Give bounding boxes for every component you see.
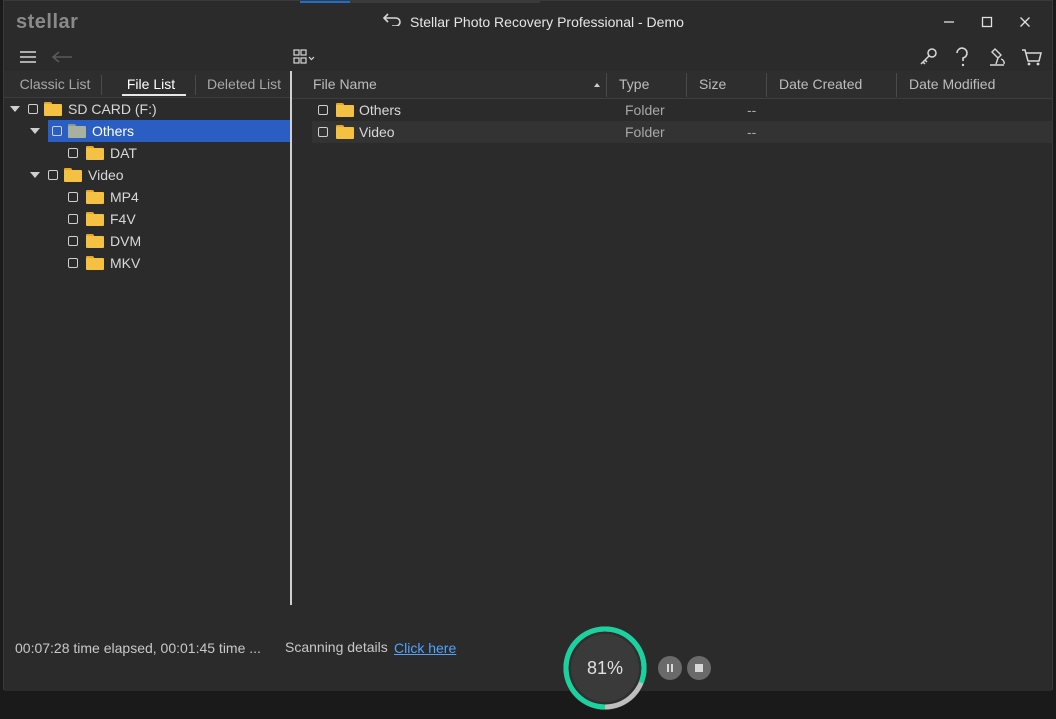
file-size-cell: -- xyxy=(747,102,757,118)
tree-item-label: MP4 xyxy=(110,189,139,205)
folder-icon xyxy=(86,234,104,248)
checkbox[interactable] xyxy=(68,192,78,202)
cart-icon[interactable] xyxy=(1020,46,1044,68)
tree-item-label: DVM xyxy=(110,233,142,249)
tree-item-dvm[interactable]: DVM xyxy=(68,230,268,252)
scan-icon[interactable] xyxy=(986,46,1010,68)
checkbox[interactable] xyxy=(318,105,328,115)
scan-progress-ring: 81% xyxy=(559,622,651,714)
title-group: Stellar Photo Recovery Professional - De… xyxy=(382,12,684,31)
column-header: File Name Type Size Date Created Date Mo… xyxy=(292,71,1052,99)
folder-icon xyxy=(86,190,104,204)
click-here-link[interactable]: Click here xyxy=(394,640,456,656)
grid-view-icon[interactable] xyxy=(292,46,320,68)
checkbox[interactable] xyxy=(68,236,78,246)
tab-file-list[interactable]: File List xyxy=(108,71,194,97)
checkbox[interactable] xyxy=(68,258,78,268)
folder-icon xyxy=(86,256,104,270)
close-icon[interactable] xyxy=(1006,9,1044,35)
column-divider[interactable] xyxy=(606,73,607,97)
app-logo: stellar xyxy=(16,11,79,33)
table-row[interactable]: Video Folder -- xyxy=(312,121,1052,143)
checkbox[interactable] xyxy=(48,170,58,180)
tree-panel: Classic List File List Deleted List SD C… xyxy=(4,71,290,605)
file-type-cell: Folder xyxy=(625,124,665,140)
minimize-icon[interactable] xyxy=(930,9,968,35)
expand-caret-icon[interactable] xyxy=(30,172,40,178)
scanning-details-label: Scanning details xyxy=(285,639,388,655)
file-type-cell: Folder xyxy=(625,102,665,118)
folder-icon xyxy=(336,103,354,117)
checkbox[interactable] xyxy=(318,127,328,137)
expand-caret-icon[interactable] xyxy=(10,106,20,112)
column-divider[interactable] xyxy=(766,73,767,97)
progress-percent: 81% xyxy=(586,658,624,678)
tree-item-video[interactable]: Video xyxy=(30,164,270,186)
expand-caret-icon[interactable] xyxy=(30,128,40,134)
folder-icon xyxy=(68,124,86,138)
tree-item-sd-card[interactable]: SD CARD (F:) xyxy=(10,98,290,120)
app-window: stellar Stellar Photo Recovery Professio… xyxy=(3,0,1053,691)
tree-item-label: DAT xyxy=(110,145,137,161)
column-size[interactable]: Size xyxy=(699,71,726,98)
checkbox[interactable] xyxy=(68,148,78,158)
back-arrow-icon[interactable] xyxy=(50,46,74,68)
column-divider[interactable] xyxy=(686,73,687,97)
view-tabs: Classic List File List Deleted List xyxy=(4,71,290,98)
file-name-cell: Others xyxy=(359,102,402,118)
window-controls xyxy=(930,9,1044,35)
help-icon[interactable] xyxy=(950,46,974,68)
sort-ascending-icon xyxy=(594,83,600,87)
tree-item-label: F4V xyxy=(110,211,136,227)
key-icon[interactable] xyxy=(916,46,940,68)
file-list-panel: File Name Type Size Date Created Date Mo… xyxy=(292,71,1052,605)
file-name-cell: Video xyxy=(359,124,395,140)
status-bar: 00:07:28 time elapsed, 00:01:45 time ...… xyxy=(4,605,1052,691)
table-row[interactable]: Others Folder -- xyxy=(312,99,1052,121)
tree-item-mkv[interactable]: MKV xyxy=(68,252,268,274)
window-title: Stellar Photo Recovery Professional - De… xyxy=(410,13,684,30)
tree-item-f4v[interactable]: F4V xyxy=(68,208,268,230)
tab-divider xyxy=(101,75,102,95)
stop-icon[interactable] xyxy=(687,656,711,680)
column-file-name[interactable]: File Name xyxy=(313,71,377,98)
tab-deleted-list[interactable]: Deleted List xyxy=(200,71,288,97)
tree-item-label: SD CARD (F:) xyxy=(68,101,157,117)
column-date-modified[interactable]: Date Modified xyxy=(909,71,995,98)
maximize-icon[interactable] xyxy=(968,9,1006,35)
checkbox[interactable] xyxy=(68,214,78,224)
folder-icon xyxy=(86,146,104,160)
tree-item-label: MKV xyxy=(110,255,141,271)
menu-icon[interactable] xyxy=(16,46,40,68)
tree-item-mp4[interactable]: MP4 xyxy=(68,186,268,208)
column-divider[interactable] xyxy=(896,73,897,97)
title-accent xyxy=(300,1,350,3)
time-status: 00:07:28 time elapsed, 00:01:45 time ... xyxy=(15,640,261,656)
column-date-created[interactable]: Date Created xyxy=(779,71,862,98)
pause-icon[interactable] xyxy=(658,656,682,680)
tree-item-dat[interactable]: DAT xyxy=(68,142,268,164)
toolbar xyxy=(4,43,1052,71)
tree-item-label: Video xyxy=(88,167,124,183)
checkbox[interactable] xyxy=(52,126,62,136)
tree-item-others[interactable]: Others xyxy=(30,120,290,142)
title-bar: stellar Stellar Photo Recovery Professio… xyxy=(4,1,1052,43)
tab-divider xyxy=(195,75,196,95)
undo-icon[interactable] xyxy=(382,12,402,31)
tab-classic-list[interactable]: Classic List xyxy=(10,71,100,97)
folder-icon xyxy=(64,168,82,182)
folder-icon xyxy=(86,212,104,226)
checkbox[interactable] xyxy=(28,104,38,114)
column-type[interactable]: Type xyxy=(619,71,649,98)
folder-icon xyxy=(44,102,62,116)
file-size-cell: -- xyxy=(747,124,757,140)
selection-highlight: Others xyxy=(48,120,290,142)
folder-icon xyxy=(336,125,354,139)
tree-item-label: Others xyxy=(92,123,135,139)
title-accent-grey xyxy=(350,1,540,3)
